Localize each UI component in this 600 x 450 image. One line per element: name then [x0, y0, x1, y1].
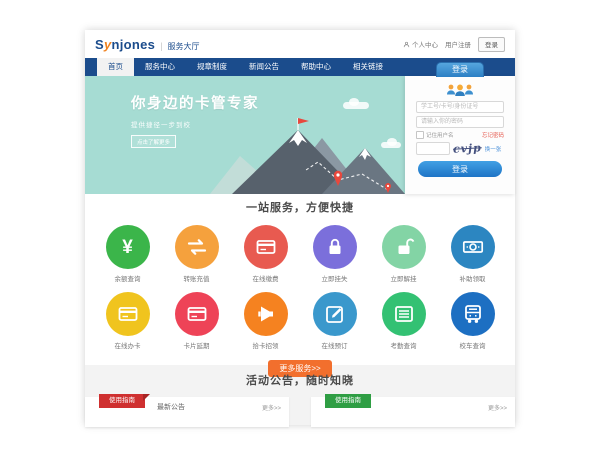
- latest-announcements-label: 最新公告: [157, 402, 185, 412]
- personal-center-label: 个人中心: [412, 39, 438, 49]
- service-item-unfreeze[interactable]: 立即解挂: [369, 225, 438, 283]
- login-panel: 登录 记住用户名 忘记密码 cvjp 换一张 登录: [405, 76, 515, 194]
- remember-label: 记住用户名: [426, 131, 454, 139]
- password-input[interactable]: [416, 116, 504, 128]
- card-icon: [244, 225, 288, 269]
- logo-divider: |: [160, 41, 162, 51]
- hero-subtitle: 提供捷径一步到校: [131, 119, 259, 129]
- username-input[interactable]: [416, 101, 504, 113]
- service-item-attendance[interactable]: 考勤查询: [369, 292, 438, 350]
- flag-icon: [298, 118, 309, 124]
- guide-ribbon-green[interactable]: 使用指南: [325, 394, 371, 408]
- service-item-report-loss[interactable]: 立即挂失: [300, 225, 369, 283]
- announcements-title: 活动公告，随时知晓: [85, 372, 515, 388]
- announcement-cards: 使用指南 最新公告 更多>> 使用指南 更多>>: [85, 397, 515, 427]
- forgot-password-link[interactable]: 忘记密码: [482, 131, 504, 139]
- captcha-refresh-link[interactable]: 换一张: [485, 145, 502, 153]
- lock-icon: [313, 225, 357, 269]
- login-submit-button[interactable]: 登录: [418, 161, 502, 177]
- captcha-image[interactable]: cvjp: [453, 141, 482, 155]
- card-icon: [175, 292, 219, 336]
- services-section: 一站服务，方便快捷 ¥ 余额查询 转账充值 在线缴费: [85, 194, 515, 365]
- service-label: 转账充值: [184, 273, 210, 283]
- more-link[interactable]: 更多>>: [262, 403, 281, 412]
- hero-title: 你身边的卡管专家: [131, 92, 259, 113]
- logo-subtitle: 服务大厅: [168, 41, 200, 52]
- announcement-card-right: 使用指南 更多>>: [311, 397, 515, 427]
- remember-checkbox[interactable]: [416, 131, 424, 139]
- nav-item-regulations[interactable]: 规章制度: [186, 58, 238, 76]
- guide-ribbon-red[interactable]: 使用指南: [99, 394, 145, 408]
- announcement-card-left: 使用指南 最新公告 更多>>: [85, 397, 289, 427]
- login-tab[interactable]: 登录: [436, 62, 484, 77]
- register-label: 用户注册: [445, 39, 471, 49]
- cloud-decoration: [343, 102, 369, 109]
- remember-row: 记住用户名 忘记密码: [405, 131, 515, 139]
- announcements-section: 活动公告，随时知晓 使用指南 最新公告 更多>> 使用指南 更多>>: [85, 365, 515, 425]
- transfer-icon: [175, 225, 219, 269]
- banknote-icon: [451, 225, 495, 269]
- service-item-lost-found[interactable]: 拾卡招领: [231, 292, 300, 350]
- captcha-input[interactable]: [416, 142, 450, 155]
- captcha-row: cvjp 换一张: [405, 142, 515, 155]
- service-label: 立即挂失: [322, 273, 348, 283]
- unlock-icon: [382, 225, 426, 269]
- register-link[interactable]: 用户注册: [445, 39, 471, 49]
- service-label: 补助领取: [460, 273, 486, 283]
- list-icon: [382, 292, 426, 336]
- edit-icon: [313, 292, 357, 336]
- service-item-card-extension[interactable]: 卡片延期: [162, 292, 231, 350]
- service-item-school-bus[interactable]: 校车查询: [438, 292, 507, 350]
- logo-wordmark: Synjones: [95, 37, 155, 52]
- yen-icon: ¥: [106, 225, 150, 269]
- bus-icon: [451, 292, 495, 336]
- service-label: 在线办卡: [115, 340, 141, 350]
- service-item-pay-online[interactable]: 在线缴费: [231, 225, 300, 283]
- top-header: Synjones | 服务大厅 个人中心 用户注册 登录: [85, 30, 515, 58]
- personal-center-link[interactable]: 个人中心: [403, 39, 438, 49]
- service-label: 余额查询: [115, 273, 141, 283]
- portal-page: Synjones | 服务大厅 个人中心 用户注册 登录 首页 服务中心 规章制…: [85, 30, 515, 425]
- service-label: 卡片延期: [184, 340, 210, 350]
- nav-item-news[interactable]: 新闻公告: [238, 58, 290, 76]
- users-group-icon: [442, 82, 478, 98]
- service-label: 在线缴费: [253, 273, 279, 283]
- service-item-subsidy[interactable]: 补助领取: [438, 225, 507, 283]
- service-item-online-booking[interactable]: 在线预订: [300, 292, 369, 350]
- service-label: 在线预订: [322, 340, 348, 350]
- nav-item-help-center[interactable]: 帮助中心: [290, 58, 342, 76]
- header-links: 个人中心 用户注册 登录: [403, 37, 505, 52]
- megaphone-icon: [244, 292, 288, 336]
- service-label: 考勤查询: [391, 340, 417, 350]
- service-label: 校车查询: [460, 340, 486, 350]
- service-label: 立即解挂: [391, 273, 417, 283]
- hero-cta-button[interactable]: 点击了解更多: [131, 135, 176, 148]
- hero-text: 你身边的卡管专家 提供捷径一步到校 点击了解更多: [131, 92, 259, 149]
- logo[interactable]: Synjones | 服务大厅: [95, 37, 200, 52]
- hero-banner: 你身边的卡管专家 提供捷径一步到校 点击了解更多: [85, 76, 515, 194]
- user-icon: [403, 41, 410, 48]
- more-link[interactable]: 更多>>: [488, 403, 507, 412]
- nav-item-related-links[interactable]: 相关链接: [342, 58, 394, 76]
- services-grid: ¥ 余额查询 转账充值 在线缴费 立即挂失: [85, 215, 515, 350]
- nav-item-home[interactable]: 首页: [97, 58, 134, 76]
- service-item-new-card[interactable]: 在线办卡: [93, 292, 162, 350]
- service-label: 拾卡招领: [253, 340, 279, 350]
- services-title: 一站服务，方便快捷: [85, 199, 515, 215]
- card-icon: [106, 292, 150, 336]
- header-login-button[interactable]: 登录: [478, 37, 505, 52]
- service-item-balance[interactable]: ¥ 余额查询: [93, 225, 162, 283]
- service-item-transfer[interactable]: 转账充值: [162, 225, 231, 283]
- nav-item-service-center[interactable]: 服务中心: [134, 58, 186, 76]
